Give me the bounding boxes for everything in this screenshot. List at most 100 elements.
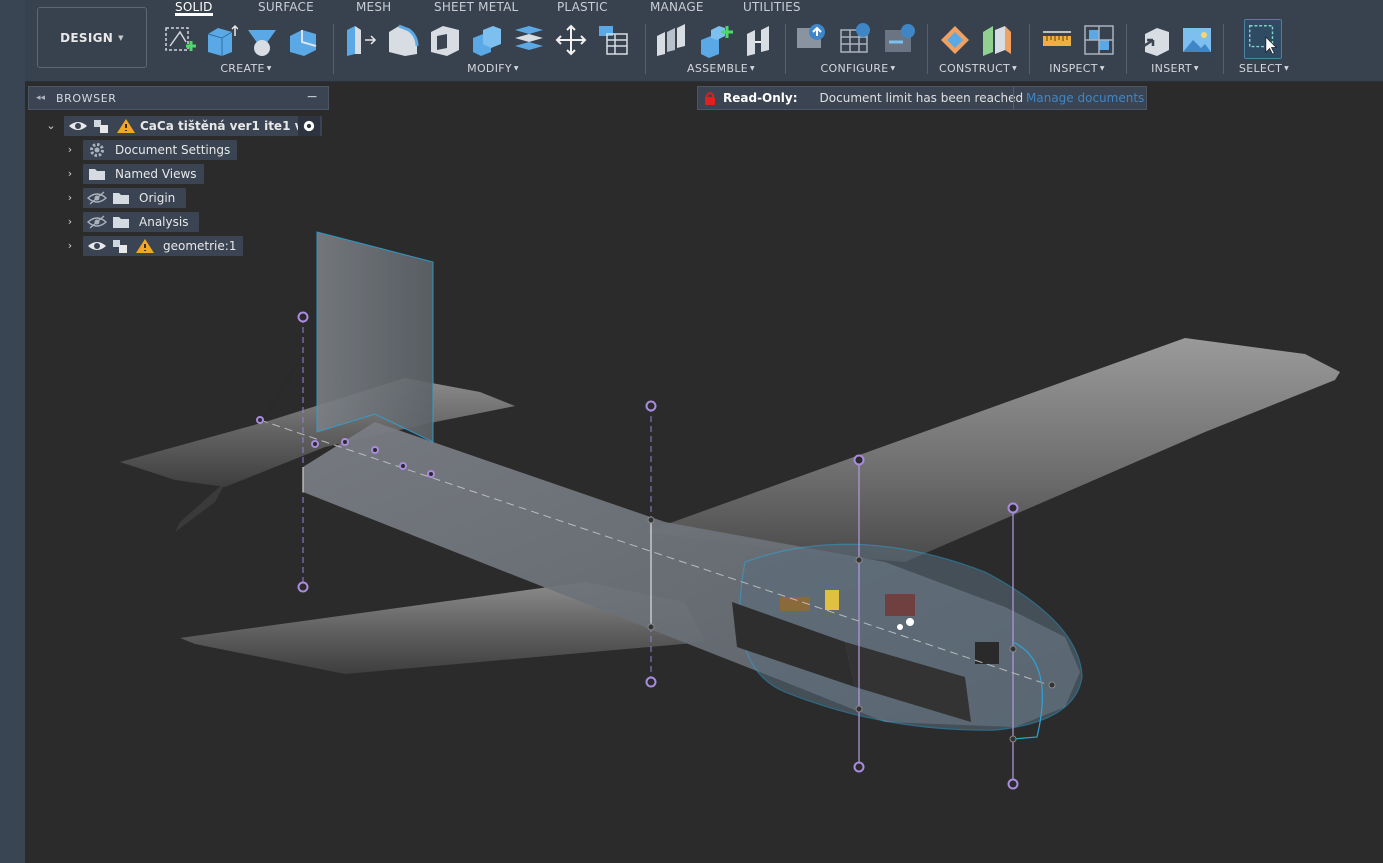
expand-chevron-icon[interactable]: › (64, 140, 76, 160)
workspace-label: DESIGN (60, 30, 114, 45)
press-pull-icon[interactable] (343, 22, 379, 58)
measure-icon[interactable] (1039, 22, 1075, 58)
combine-icon[interactable] (469, 22, 505, 58)
ribbon-separator (785, 24, 786, 74)
insert-group-label[interactable]: INSERT (1151, 62, 1192, 75)
item-label: Analysis (139, 215, 189, 229)
read-only-title: Read-Only: (723, 91, 798, 105)
item-label: Named Views (115, 167, 197, 181)
browser-title: BROWSER (56, 91, 117, 105)
ribbon-separator (1223, 24, 1224, 74)
lock-icon (705, 92, 715, 105)
browser-item-origin[interactable]: Origin (83, 188, 186, 208)
new-component-icon[interactable] (697, 22, 733, 58)
assemble-group-label[interactable]: ASSEMBLE (687, 62, 748, 75)
tab-surface[interactable]: SURFACE (258, 0, 314, 16)
insert-derive-icon[interactable] (1137, 22, 1173, 58)
expand-chevron-icon[interactable]: › (64, 164, 76, 184)
root-document-name: CaCa tištěná ver1 ite1 v7 (140, 119, 311, 133)
item-label: Document Settings (115, 143, 231, 157)
configure-group-label[interactable]: CONFIGURE (821, 62, 889, 75)
move-icon[interactable] (553, 22, 589, 58)
as-built-joint-icon[interactable] (741, 22, 777, 58)
revolve-icon[interactable] (244, 22, 280, 58)
workspace-switcher-button[interactable]: DESIGN ▼ (37, 7, 147, 68)
browser-item-analysis[interactable]: Analysis (83, 212, 199, 232)
configure-model-icon[interactable] (793, 22, 829, 58)
vertical-fin[interactable] (316, 231, 434, 443)
plane-at-angle-icon[interactable] (979, 22, 1015, 58)
configuration-table-icon[interactable] (837, 22, 873, 58)
activate-component-icon[interactable] (298, 116, 320, 136)
3d-viewport[interactable] (25, 82, 1383, 863)
expand-chevron-icon[interactable]: › (64, 212, 76, 232)
select-group-label[interactable]: SELECT (1239, 62, 1282, 75)
modify-group: MODIFY ▼ (343, 18, 643, 78)
assemble-group: ASSEMBLE ▼ (653, 18, 789, 78)
tab-plastic[interactable]: PLASTIC (557, 0, 608, 16)
box-icon[interactable] (286, 22, 322, 58)
gear-icon (87, 142, 107, 158)
fillet-icon[interactable] (385, 22, 421, 58)
visibility-eye-icon[interactable] (68, 118, 88, 134)
left-side-strip (0, 0, 25, 863)
manage-documents-link[interactable]: Manage documents (1013, 87, 1144, 109)
inspect-group-label[interactable]: INSPECT (1049, 62, 1098, 75)
tab-manage[interactable]: MANAGE (650, 0, 704, 16)
visibility-hidden-icon[interactable] (87, 214, 107, 230)
offset-plane-icon[interactable] (937, 22, 973, 58)
ribbon-separator (1126, 24, 1127, 74)
expand-chevron-icon[interactable]: › (64, 236, 76, 256)
folder-icon (87, 166, 107, 182)
interference-icon[interactable] (1081, 22, 1117, 58)
browser-item-geometrie[interactable]: geometrie:1 (83, 236, 243, 256)
component-icon (111, 238, 131, 254)
collapse-panel-icon[interactable]: ◂◂ (36, 93, 56, 103)
read-only-banner: Read-Only: Document limit has been reach… (697, 86, 1147, 110)
warning-icon (116, 118, 136, 134)
insert-group: INSERT ▼ (1133, 18, 1217, 78)
folder-icon (111, 190, 131, 206)
ribbon-separator (927, 24, 928, 74)
warning-icon (135, 238, 155, 254)
create-sketch-icon[interactable] (162, 22, 198, 58)
expand-chevron-icon[interactable]: ⌄ (45, 116, 57, 136)
tab-solid[interactable]: SOLID (175, 0, 213, 16)
minimize-icon[interactable]: − (306, 89, 318, 105)
ribbon-separator (1029, 24, 1030, 74)
caret-down-icon: ▼ (118, 33, 124, 42)
visibility-eye-icon[interactable] (87, 238, 107, 254)
canvas-image-icon[interactable] (1179, 22, 1215, 58)
configure-group: CONFIGURE ▼ (793, 18, 923, 78)
split-body-icon[interactable] (511, 22, 547, 58)
toolbar-ribbon: DESIGN ▼ SOLID SURFACE MESH SHEET METAL … (25, 0, 1383, 82)
item-label: geometrie:1 (163, 239, 237, 253)
right-wing[interactable] (645, 338, 1340, 562)
item-label: Origin (139, 191, 176, 205)
ribbon-separator (333, 24, 334, 74)
construct-group-label[interactable]: CONSTRUCT (939, 62, 1010, 75)
parameters-table-icon[interactable] (595, 22, 631, 58)
shell-icon[interactable] (427, 22, 463, 58)
browser-item-named-views[interactable]: Named Views (83, 164, 204, 184)
expand-chevron-icon[interactable]: › (64, 188, 76, 208)
extrude-icon[interactable] (202, 22, 238, 58)
tab-mesh[interactable]: MESH (356, 0, 391, 16)
read-only-message: Document limit has been reached (819, 91, 1024, 105)
browser-root-node[interactable]: CaCa tištěná ver1 ite1 v7 (64, 116, 322, 136)
tab-utilities[interactable]: UTILITIES (743, 0, 801, 16)
browser-item-document-settings[interactable]: Document Settings (83, 140, 237, 160)
modify-group-label[interactable]: MODIFY (467, 62, 512, 75)
construct-group: CONSTRUCT ▼ (935, 18, 1021, 78)
folder-icon (111, 214, 131, 230)
browser-panel-header: ◂◂ BROWSER − (28, 86, 329, 110)
tab-sheet-metal[interactable]: SHEET METAL (434, 0, 518, 16)
component-icon (92, 118, 112, 134)
inspect-group: INSPECT ▼ (1035, 18, 1119, 78)
select-group: SELECT ▼ (1238, 62, 1290, 75)
create-group: CREATE ▼ (160, 18, 332, 78)
configuration-rule-icon[interactable] (881, 22, 917, 58)
joint-icon[interactable] (653, 22, 689, 58)
visibility-hidden-icon[interactable] (87, 190, 107, 206)
create-group-label[interactable]: CREATE (220, 62, 264, 75)
